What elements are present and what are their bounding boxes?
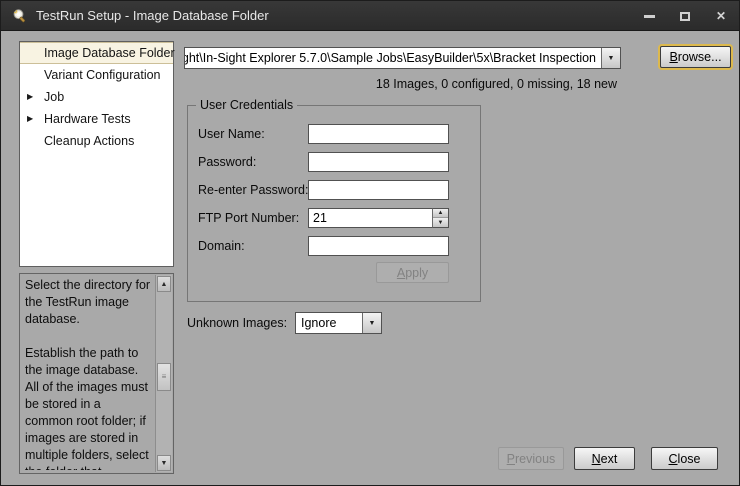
next-button[interactable]: Next [574,447,635,470]
groupbox-title: User Credentials [196,98,297,112]
domain-input[interactable] [308,236,449,256]
nav-item-label: Hardware Tests [44,112,131,126]
dropdown-arrow-icon: ▼ [369,320,376,327]
minimize-button[interactable] [641,8,657,24]
unknown-images-value: Ignore [301,316,336,330]
ftp-port-spinner: ▲ ▼ [432,208,449,228]
description-scrollbar[interactable]: ▲ ≡ ▼ [155,275,172,472]
spin-down-icon: ▼ [438,220,444,226]
previous-button[interactable]: Previous [498,447,564,470]
path-dropdown-button[interactable]: ▼ [601,48,620,68]
minimize-icon [644,15,655,18]
nav-item-label: Job [44,90,64,104]
unknown-images-dropdown-button[interactable]: ▼ [362,313,381,333]
dropdown-arrow-icon: ▼ [608,55,615,62]
browse-button-label: B [669,50,677,64]
testrun-setup-dialog: TestRun Setup - Image Database Folder ✕ … [0,0,740,486]
tree-expand-icon[interactable]: ▶ [27,108,33,130]
ftp-port-label: FTP Port Number: [198,208,299,228]
close-icon: ✕ [716,10,726,22]
apply-button[interactable]: Apply [376,262,449,283]
maximize-icon [680,12,690,21]
app-magnifier-icon [12,8,28,24]
window-title: TestRun Setup - Image Database Folder [36,8,269,23]
nav-item-label: Image Database Folder [44,46,175,60]
scroll-up-icon: ▲ [161,281,168,288]
reenter-password-label: Re-enter Password: [198,180,308,200]
unknown-images-label: Unknown Images: [187,316,287,330]
ftp-port-input[interactable] [308,208,449,228]
user-credentials-groupbox: User Credentials User Name: Password: Re… [187,105,481,302]
browse-button[interactable]: Browse... [660,46,731,68]
maximize-button[interactable] [677,8,693,24]
setup-steps-list: Image Database Folder Variant Configurat… [19,41,174,267]
spinner-down-button[interactable]: ▼ [433,218,448,227]
scrollbar-thumb[interactable]: ≡ [157,363,171,391]
window-controls: ✕ [641,1,729,31]
scroll-down-icon: ▼ [161,460,168,467]
reenter-password-input[interactable] [308,180,449,200]
nav-item-label: Cleanup Actions [44,134,134,148]
title-bar: TestRun Setup - Image Database Folder ✕ [1,1,739,31]
nav-item-hardware-tests[interactable]: ▶ Hardware Tests [20,108,173,130]
image-database-path-value: ex\In-Sight\In-Sight Explorer 5.7.0\Samp… [184,51,596,65]
unknown-images-combobox[interactable]: Ignore ▼ [295,312,382,334]
step-description-text: Select the directory for the TestRun ima… [25,277,151,470]
image-count-status: 18 Images, 0 configured, 0 missing, 18 n… [376,77,617,91]
step-description-panel: Select the directory for the TestRun ima… [19,273,174,474]
close-button[interactable]: ✕ [713,8,729,24]
user-name-label: User Name: [198,124,265,144]
nav-item-job[interactable]: ▶ Job [20,86,173,108]
close-dialog-button[interactable]: Close [651,447,718,470]
image-database-path-combobox[interactable]: ex\In-Sight\In-Sight Explorer 5.7.0\Samp… [184,47,621,69]
nav-item-image-database-folder[interactable]: Image Database Folder [20,42,173,64]
spin-up-icon: ▲ [438,210,444,216]
password-label: Password: [198,152,256,172]
scroll-up-button[interactable]: ▲ [157,276,171,292]
user-name-input[interactable] [308,124,449,144]
tree-expand-icon[interactable]: ▶ [27,86,33,108]
password-input[interactable] [308,152,449,172]
spinner-up-button[interactable]: ▲ [433,209,448,218]
nav-item-cleanup-actions[interactable]: Cleanup Actions [20,130,173,152]
scroll-down-button[interactable]: ▼ [157,455,171,471]
domain-label: Domain: [198,236,245,256]
nav-item-variant-configuration[interactable]: Variant Configuration [20,64,173,86]
nav-item-label: Variant Configuration [44,68,161,82]
